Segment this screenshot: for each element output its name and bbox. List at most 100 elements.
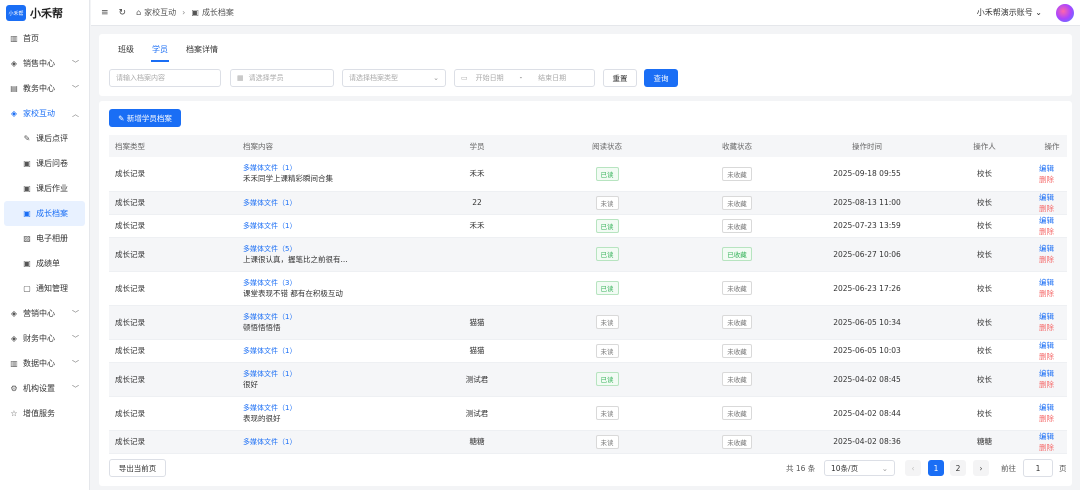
read-status-badge: 已读 [595,372,619,386]
media-files-link[interactable]: 多媒体文件（1） [243,346,412,356]
delete-link[interactable]: 删除 [1039,227,1054,236]
chevron-down-icon: ﹀ [72,359,79,368]
sidebar-item-label: 通知管理 [36,284,68,293]
media-files-link[interactable]: 多媒体文件（1） [243,369,412,379]
delete-link[interactable]: 删除 [1039,443,1054,452]
sidebar-item-data-center[interactable]: ▥ 数据中心 ﹀ [0,351,89,376]
archive-type-select[interactable]: 请选择档案类型 ⌄ [342,69,446,87]
sidebar-item-homework[interactable]: ▣ 课后作业 [0,176,89,201]
media-files-link[interactable]: 多媒体文件（1） [243,312,412,322]
favorite-status-cell: 未收藏 [672,339,802,363]
edit-link[interactable]: 编辑 [1039,278,1054,287]
read-status-badge: 已读 [595,247,619,261]
table-row: 成长记录 多媒体文件（1） 顿悟悟悟悟 猫猫 未读 未收藏 2025-06-05 10:34… [109,305,1067,340]
gear-icon: ⚙ [10,384,18,393]
archive-type-cell: 成长记录 [109,237,237,272]
operator-cell: 校长 [932,157,1037,192]
tab-class[interactable]: 班级 [109,42,143,57]
sidebar-item-growth-archive[interactable]: ▣ 成长档案 [4,201,85,226]
edit-link[interactable]: 编辑 [1039,341,1054,350]
page-2-button[interactable]: 2 [950,460,966,476]
student-cell: 猫猫 [412,339,542,363]
fav-status-badge: 未收藏 [722,372,752,386]
sidebar-item-home-school[interactable]: ◈ 家校互动 ︿ [0,101,89,126]
delete-link[interactable]: 删除 [1039,414,1054,423]
archive-content-text: 上课很认真，握笔比之前很有... [243,254,348,264]
chevron-down-icon: ﹀ [72,84,79,93]
edit-link[interactable]: 编辑 [1039,403,1054,412]
edit-link[interactable]: 编辑 [1039,244,1054,253]
sidebar-item-marketing-center[interactable]: ◈ 营销中心 ﹀ [0,301,89,326]
export-page-button[interactable]: 导出当前页 [109,459,166,477]
page-1-button[interactable]: 1 [928,460,944,476]
student-cell: 测试君 [412,396,542,431]
fav-status-badge: 未收藏 [722,406,752,420]
sidebar-item-label: 课后问卷 [36,159,68,168]
edit-link[interactable]: 编辑 [1039,193,1054,202]
sidebar-item-value-added-services[interactable]: ☆ 增值服务 [0,401,89,426]
goto-page-input[interactable]: 1 [1023,459,1053,477]
sidebar-item-sales-center[interactable]: ◈ 销售中心 ﹀ [0,51,89,76]
operation-time-cell: 2025-07-23 13:59 [802,214,932,238]
app-name: 小禾帮 [30,7,63,20]
date-range-picker[interactable]: ▭ 开始日期 - 结束日期 [454,69,595,87]
sidebar-item-after-class-review[interactable]: ✎ 课后点评 [0,126,89,151]
sidebar-item-label: 课后作业 [36,184,68,193]
edit-link[interactable]: 编辑 [1039,216,1054,225]
edit-link[interactable]: 编辑 [1039,369,1054,378]
sidebar-item-e-album[interactable]: ▨ 电子相册 [0,226,89,251]
refresh-icon[interactable]: ↻ [119,8,127,18]
edit-link[interactable]: 编辑 [1039,164,1054,173]
sidebar-item-notice-management[interactable]: ▢ 通知管理 [0,276,89,301]
sidebar-item-after-class-survey[interactable]: ▣ 课后问卷 [0,151,89,176]
calendar-icon: ▭ [461,74,468,82]
delete-link[interactable]: 删除 [1039,352,1054,361]
media-files-link[interactable]: 多媒体文件（5） [243,244,412,254]
breadcrumb-item-parent[interactable]: 家校互动 [144,7,176,18]
student-select[interactable]: ▦ 请选择学员 [230,69,334,87]
media-files-link[interactable]: 多媒体文件（1） [243,403,412,413]
delete-link[interactable]: 删除 [1039,255,1054,264]
delete-link[interactable]: 删除 [1039,289,1054,298]
media-files-link[interactable]: 多媒体文件（1） [243,198,412,208]
filter-panel: 班级 学员 档案详情 请输入档案内容 ▦ 请选择学员 请选择档案类型 ⌄ ▭ 开始日期… [99,34,1072,96]
sidebar-item-label: 教务中心 [23,84,55,93]
archive-content-text: 禾禾同学上课精彩瞬间合集 [243,174,333,184]
tab-archive-detail[interactable]: 档案详情 [177,42,227,57]
sidebar-item-home[interactable]: ▥ 首页 [0,26,89,51]
favorite-status-cell: 未收藏 [672,214,802,238]
avatar[interactable] [1056,4,1074,22]
delete-link[interactable]: 删除 [1039,323,1054,332]
chevron-down-icon: ﹀ [72,384,79,393]
edit-link[interactable]: 编辑 [1039,312,1054,321]
sidebar-item-finance-center[interactable]: ◈ 财务中心 ﹀ [0,326,89,351]
delete-link[interactable]: 删除 [1039,204,1054,213]
student-select-placeholder: 请选择学员 [248,74,284,82]
account-menu[interactable]: 小禾帮演示账号 ⌄ [977,7,1042,18]
favorite-status-cell: 未收藏 [672,157,802,192]
next-page-button[interactable]: › [973,460,989,476]
media-files-link[interactable]: 多媒体文件（1） [243,437,412,447]
actions-cell: 编辑删除 [1037,430,1067,454]
media-files-link[interactable]: 多媒体文件（1） [243,163,412,173]
add-student-archive-button[interactable]: ✎ 新增学员档案 [109,109,181,127]
delete-link[interactable]: 删除 [1039,380,1054,389]
menu-toggle-icon[interactable]: ≡ [101,8,109,18]
table-row: 成长记录 多媒体文件（1） 禾禾同学上课精彩瞬间合集 禾禾 已读 未收藏 2025-09-1… [109,157,1067,192]
reset-button[interactable]: 重置 [603,69,637,87]
edit-link[interactable]: 编辑 [1039,432,1054,441]
delete-link[interactable]: 删除 [1039,175,1054,184]
media-files-link[interactable]: 多媒体文件（1） [243,221,412,231]
media-files-link[interactable]: 多媒体文件（3） [243,278,412,288]
sidebar-item-org-settings[interactable]: ⚙ 机构设置 ﹀ [0,376,89,401]
content-search-placeholder: 请输入档案内容 [116,74,165,82]
sidebar-item-academic-center[interactable]: ▤ 教务中心 ﹀ [0,76,89,101]
app-logo[interactable]: 小禾帮 小禾帮 [0,0,89,26]
content-search-input[interactable]: 请输入档案内容 [109,69,221,87]
search-button[interactable]: 查询 [644,69,678,87]
tab-student[interactable]: 学员 [143,42,177,62]
prev-page-button[interactable]: ‹ [905,460,921,476]
page-size-select[interactable]: 10条/页 ⌄ [824,460,895,476]
sidebar-item-report-card[interactable]: ▣ 成绩单 [0,251,89,276]
message-icon: ▢ [23,284,31,293]
